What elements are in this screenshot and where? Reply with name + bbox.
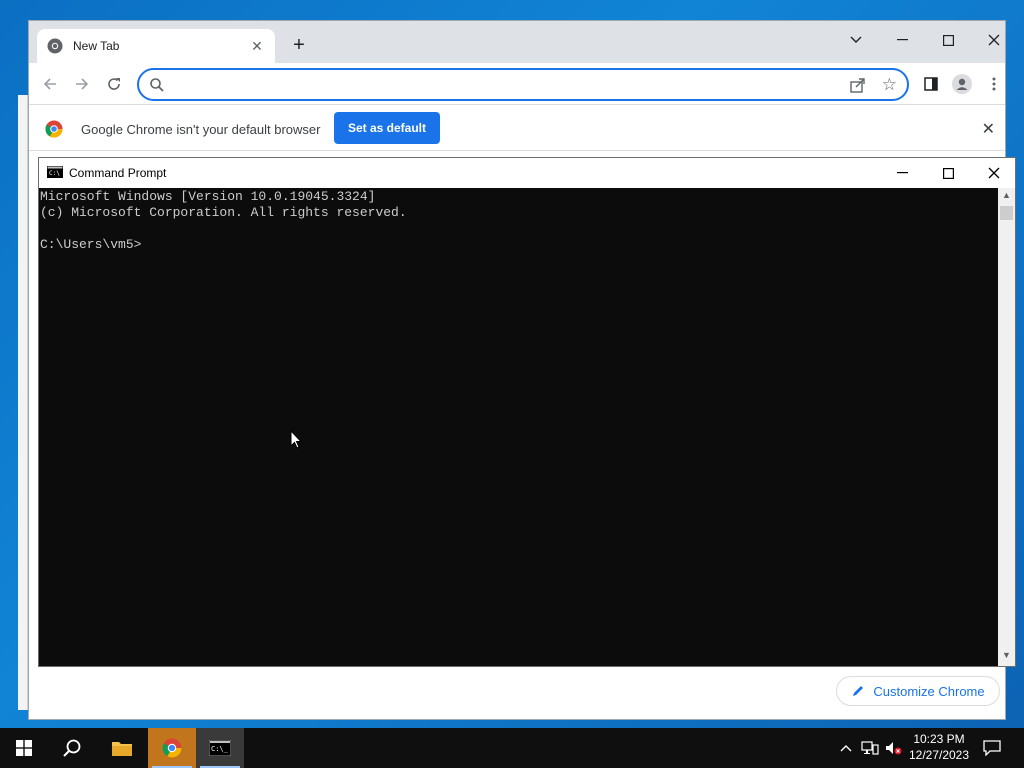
background-window-edge (18, 95, 28, 710)
scroll-thumb[interactable] (1000, 206, 1013, 220)
set-as-default-button[interactable]: Set as default (334, 112, 440, 144)
chrome-minimize-button[interactable] (879, 25, 925, 55)
reload-icon (108, 78, 120, 90)
chrome-titlebar: New Tab ✕ + (29, 21, 1005, 63)
clock-date: 12/27/2023 (908, 748, 970, 762)
notification-icon[interactable] (982, 738, 1002, 758)
console-output[interactable]: Microsoft Windows [Version 10.0.19045.33… (39, 188, 999, 666)
scroll-up-icon[interactable]: ▲ (998, 190, 1015, 204)
tab-title: New Tab (73, 39, 120, 53)
windows-start-icon (16, 740, 32, 756)
cmd-maximize-button[interactable] (925, 158, 971, 188)
profile-icon[interactable] (952, 74, 972, 94)
tab-search-dropdown-icon[interactable] (833, 25, 879, 55)
cmd-title: Command Prompt (69, 166, 167, 180)
volume-muted-icon[interactable] (884, 738, 904, 758)
cmd-titlebar[interactable]: C:\ Command Prompt (39, 158, 1015, 188)
kebab-menu-icon[interactable] (984, 74, 1004, 94)
chrome-icon (162, 738, 182, 758)
chrome-taskbar-button[interactable] (148, 728, 196, 768)
chrome-favicon-icon (47, 38, 63, 54)
system-clock[interactable]: 10:23 PM 12/27/2023 (906, 731, 972, 765)
new-tab-button[interactable]: + (287, 34, 311, 58)
folder-icon (112, 742, 132, 756)
customize-chrome-button[interactable]: Customize Chrome (836, 676, 1000, 706)
chevron-up-icon[interactable] (836, 738, 856, 758)
back-button[interactable] (37, 71, 63, 97)
infobar-message: Google Chrome isn't your default browser (81, 122, 321, 137)
cmd-close-button[interactable] (971, 158, 1017, 188)
infobar-close-icon[interactable]: ✕ (982, 119, 995, 139)
side-panel-icon[interactable] (921, 74, 941, 94)
default-browser-infobar: Google Chrome isn't your default browser… (29, 106, 1005, 151)
clock-time: 10:23 PM (913, 732, 965, 746)
forward-button[interactable] (69, 71, 95, 97)
console-prompt-line: C:\Users\vm5> (40, 237, 142, 252)
console-scrollbar[interactable]: ▲ ▼ (998, 188, 1015, 666)
reload-button[interactable] (101, 71, 127, 97)
svg-text:C:\: C:\ (49, 170, 60, 177)
mouse-cursor-icon (290, 430, 302, 449)
start-button[interactable] (0, 728, 48, 768)
svg-text:C:\_: C:\_ (211, 745, 229, 753)
chrome-close-button[interactable] (971, 25, 1017, 55)
search-icon (63, 739, 81, 757)
pencil-icon (853, 686, 864, 696)
address-input[interactable] (175, 74, 825, 96)
search-icon (150, 78, 164, 92)
chrome-logo-icon (45, 120, 63, 138)
chrome-maximize-button[interactable] (925, 25, 971, 55)
share-icon[interactable] (849, 76, 867, 94)
taskbar: C:\_ 10:23 PM 12/27/2023 (0, 728, 1024, 768)
cmd-taskbar-button[interactable]: C:\_ (196, 728, 244, 768)
taskbar-search-button[interactable] (48, 728, 96, 768)
omnibox[interactable]: ☆ (137, 68, 909, 101)
command-prompt-icon: C:\ (47, 166, 63, 178)
tab-new-tab[interactable]: New Tab ✕ (37, 29, 275, 63)
arrow-left-icon (43, 78, 56, 90)
chrome-toolbar: ☆ (29, 63, 1005, 105)
customize-chrome-label: Customize Chrome (873, 683, 985, 699)
command-prompt-window: C:\ Command Prompt Microsoft Windows [Ve… (38, 157, 1016, 667)
star-icon[interactable]: ☆ (882, 75, 897, 95)
file-explorer-button[interactable] (98, 728, 146, 768)
network-icon[interactable] (860, 738, 880, 758)
console-line: Microsoft Windows [Version 10.0.19045.33… (40, 189, 376, 204)
tab-close-icon[interactable]: ✕ (249, 38, 265, 55)
console-line: (c) Microsoft Corporation. All rights re… (40, 205, 407, 220)
cmd-minimize-button[interactable] (879, 158, 925, 188)
command-prompt-icon: C:\_ (209, 740, 231, 756)
arrow-right-icon (76, 78, 89, 90)
scroll-down-icon[interactable]: ▼ (998, 650, 1015, 664)
